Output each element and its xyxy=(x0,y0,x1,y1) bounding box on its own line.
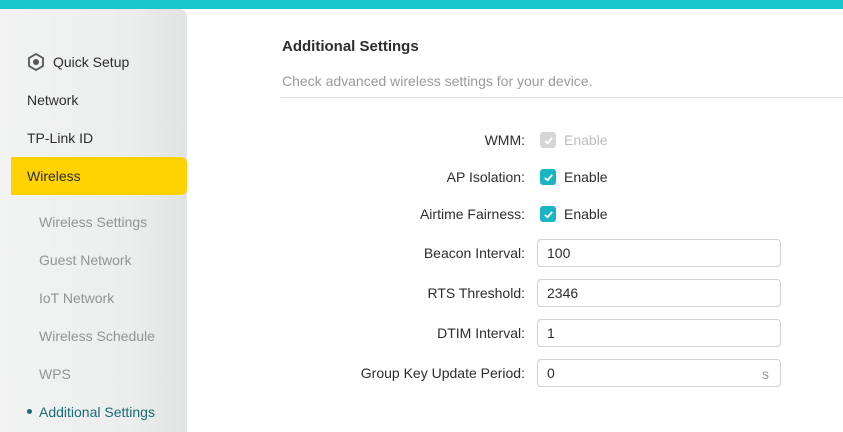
ap-isolation-checkbox[interactable] xyxy=(540,169,556,185)
sidebar-item-label: TP-Link ID xyxy=(27,130,94,146)
sidebar-item-wireless[interactable]: Wireless xyxy=(11,157,187,195)
sidebar-subitem-label: Guest Network xyxy=(39,252,132,268)
airtime-fairness-checkbox[interactable] xyxy=(540,206,556,222)
sidebar-subitem-guest-network[interactable]: Guest Network xyxy=(39,241,132,279)
sidebar-subitem-wps[interactable]: WPS xyxy=(39,355,71,393)
check-icon xyxy=(543,136,553,145)
top-bar xyxy=(0,0,843,9)
sidebar-subitem-wireless-settings[interactable]: Wireless Settings xyxy=(39,203,147,241)
divider xyxy=(281,97,843,98)
group-key-update-period-label: Group Key Update Period: xyxy=(360,365,525,381)
active-bullet-icon xyxy=(27,409,32,414)
sidebar-subitem-label: Additional Settings xyxy=(39,404,155,420)
sidebar-subitem-label: Wireless Settings xyxy=(39,214,148,230)
airtime-fairness-label: Airtime Fairness: xyxy=(419,206,525,222)
beacon-interval-input[interactable] xyxy=(537,239,781,267)
check-icon xyxy=(543,173,553,182)
sidebar-subitem-wireless-schedule[interactable]: Wireless Schedule xyxy=(39,317,155,355)
sidebar-item-label: Quick Setup xyxy=(53,54,130,70)
airtime-fairness-option-label: Enable xyxy=(564,206,608,222)
ap-isolation-label: AP Isolation: xyxy=(446,169,525,185)
wmm-checkbox xyxy=(540,132,556,148)
page-title: Additional Settings xyxy=(282,38,419,55)
dtim-interval-input[interactable] xyxy=(537,319,781,347)
beacon-interval-label: Beacon Interval: xyxy=(423,245,525,261)
sidebar-item-label: Wireless xyxy=(27,168,81,184)
sidebar-subitem-label: WPS xyxy=(39,366,71,382)
sidebar-subitem-additional-settings[interactable]: Additional Settings xyxy=(39,393,155,431)
rts-threshold-label: RTS Threshold: xyxy=(427,285,525,301)
wmm-label: WMM: xyxy=(484,132,525,148)
gear-icon xyxy=(27,52,45,72)
sidebar-item-tplink-id[interactable]: TP-Link ID xyxy=(11,119,187,157)
sidebar-item-label: Network xyxy=(27,92,79,108)
group-key-update-period-input[interactable] xyxy=(537,359,781,387)
sidebar: Quick Setup Network TP-Link ID Wireless … xyxy=(0,9,187,432)
ap-isolation-option-label: Enable xyxy=(564,169,608,185)
check-icon xyxy=(543,210,553,219)
sidebar-subitem-label: Wireless Schedule xyxy=(39,328,155,344)
sidebar-subitem-label: IoT Network xyxy=(39,290,115,306)
page-subtitle: Check advanced wireless settings for you… xyxy=(282,73,593,89)
dtim-interval-label: DTIM Interval: xyxy=(437,325,525,341)
seconds-unit-suffix: s xyxy=(762,366,769,382)
sidebar-item-quick-setup[interactable]: Quick Setup xyxy=(11,43,187,81)
wmm-option-label: Enable xyxy=(564,132,608,148)
sidebar-subitem-iot-network[interactable]: IoT Network xyxy=(39,279,114,317)
rts-threshold-input[interactable] xyxy=(537,279,781,307)
sidebar-item-network[interactable]: Network xyxy=(11,81,187,119)
